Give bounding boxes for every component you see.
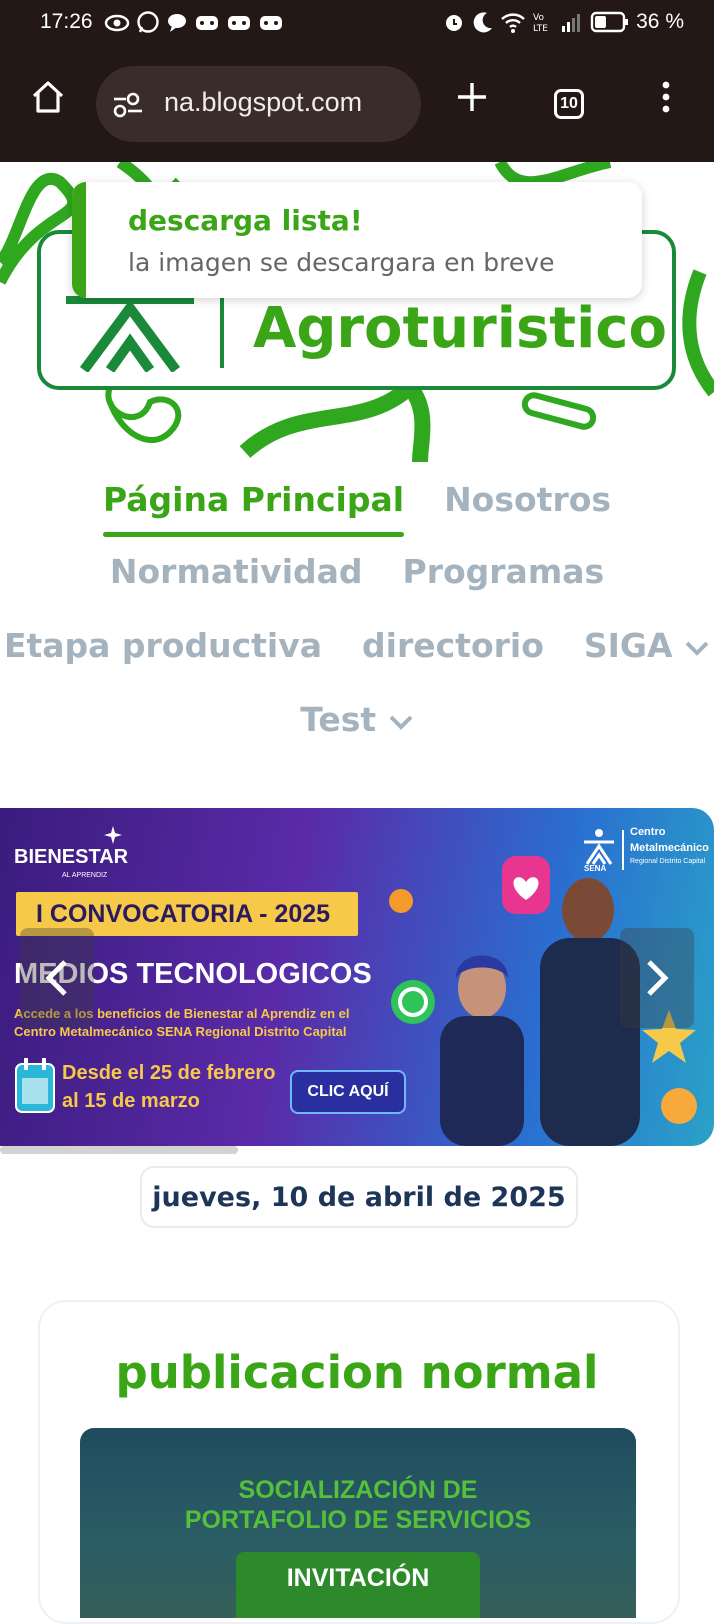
nav-item-nosotros[interactable]: Nosotros — [444, 480, 611, 519]
chevron-left-icon — [45, 960, 67, 996]
chat-icon — [168, 14, 186, 32]
banner-brand-sub: AL APRENDIZ — [62, 872, 108, 879]
nav-item-test[interactable]: Test — [300, 700, 413, 739]
alarm-icon — [446, 15, 463, 31]
logo-divider — [220, 298, 224, 368]
toast-title: descarga lista! — [128, 204, 363, 237]
nav-item-directorio[interactable]: directorio — [362, 626, 544, 665]
banner-org-line1: Centro — [630, 826, 666, 838]
new-tab-button[interactable] — [448, 73, 496, 121]
nav-item-etapa-productiva[interactable]: Etapa productiva — [4, 626, 322, 665]
site-logo-text: Agroturistico — [253, 296, 667, 361]
url-text[interactable]: na.blogspot.com — [164, 87, 362, 118]
carousel-scrollbar[interactable] — [0, 1146, 238, 1154]
banner-brand: BIENESTAR — [14, 846, 129, 868]
battery-percent: 36 % — [636, 10, 684, 33]
post-image-line1: SOCIALIZACIÓN DE — [238, 1476, 478, 1504]
nav-item-siga-label: SIGA — [583, 626, 673, 665]
nav-item-test-label: Test — [300, 700, 377, 739]
post-image[interactable]: SOCIALIZACIÓN DE PORTAFOLIO DE SERVICIOS… — [80, 1428, 636, 1618]
nav-item-programas[interactable]: Programas — [403, 552, 605, 591]
star-icon — [104, 826, 122, 844]
banner-cta-button[interactable]: CLIC AQUÍ — [290, 1070, 406, 1114]
menu-icon — [662, 81, 670, 113]
post-image-line2: PORTAFOLIO DE SERVICIOS — [184, 1506, 532, 1534]
carousel-next-button[interactable] — [620, 928, 694, 1028]
system-icons: Vo LTE 36 % — [442, 10, 684, 34]
volte-icon: VoLTE — [533, 13, 548, 34]
site-settings-icon[interactable] — [112, 90, 144, 120]
tabs-button[interactable]: 10 — [554, 89, 584, 119]
home-button[interactable] — [24, 73, 72, 121]
svg-text:LTE: LTE — [533, 24, 548, 34]
notification-icons — [104, 10, 284, 36]
post-title[interactable]: publicacion normal — [0, 1346, 714, 1399]
browser-toolbar: na.blogspot.com 10 — [0, 48, 714, 162]
nav-item-pagina-principal[interactable]: Página Principal — [102, 480, 405, 537]
banner-cta-label: CLIC AQUÍ — [307, 1083, 389, 1100]
banner-date-line1: Desde el 25 de febrero — [62, 1062, 276, 1084]
nav-item-normatividad[interactable]: Normatividad — [110, 552, 363, 591]
students-photo — [440, 878, 640, 1146]
banner-org-line3: Regional Distrito Capital — [630, 858, 706, 865]
battery-icon — [590, 11, 629, 33]
banner-org-line2: Metalmecánico — [630, 842, 709, 854]
wifi-icon — [501, 13, 525, 33]
calendar-icon — [15, 1058, 55, 1113]
chevron-right-icon — [647, 960, 669, 996]
game-icon — [228, 16, 250, 30]
sena-logo-icon — [66, 296, 194, 372]
moon-icon — [473, 12, 493, 33]
laughing-emoji-icon — [661, 1088, 697, 1124]
banner-org-divider — [622, 830, 624, 870]
post-image-badge: INVITACIÓN — [236, 1552, 480, 1618]
whatsapp-icon — [137, 11, 159, 33]
status-bar: 17:26 Vo LTE 36 % — [0, 0, 714, 48]
eye-icon — [104, 14, 130, 32]
address-bar[interactable]: na.blogspot.com — [96, 66, 421, 142]
game-icon — [260, 16, 282, 30]
menu-button[interactable] — [642, 73, 690, 121]
download-toast: descarga lista! la imagen se descargara … — [72, 182, 642, 298]
chevron-down-icon — [389, 715, 413, 730]
new-tab-icon — [458, 83, 486, 111]
svg-text:Vo: Vo — [533, 13, 544, 23]
home-icon — [32, 81, 64, 113]
toast-accent-bar — [72, 182, 86, 298]
post-image-badge-text: INVITACIÓN — [286, 1564, 430, 1592]
sena-banner-logo-icon — [584, 829, 614, 865]
carousel-prev-button[interactable] — [20, 928, 94, 1028]
emoji-icon — [389, 889, 413, 913]
carousel-banner[interactable]: BIENESTAR AL APRENDIZ SENA Centro Metalm… — [0, 808, 714, 1146]
banner-date-line2: al 15 de marzo — [62, 1090, 200, 1112]
game-icon — [196, 16, 218, 30]
banner-tag-text: I CONVOCATORIA - 2025 — [36, 900, 331, 928]
chevron-down-icon — [685, 641, 709, 656]
date-badge: jueves, 10 de abril de 2025 — [140, 1166, 578, 1228]
status-time: 17:26 — [40, 10, 93, 33]
signal-icon — [562, 14, 581, 32]
nav-item-siga[interactable]: SIGA — [584, 626, 710, 665]
toast-message: la imagen se descargara en breve — [128, 248, 555, 277]
